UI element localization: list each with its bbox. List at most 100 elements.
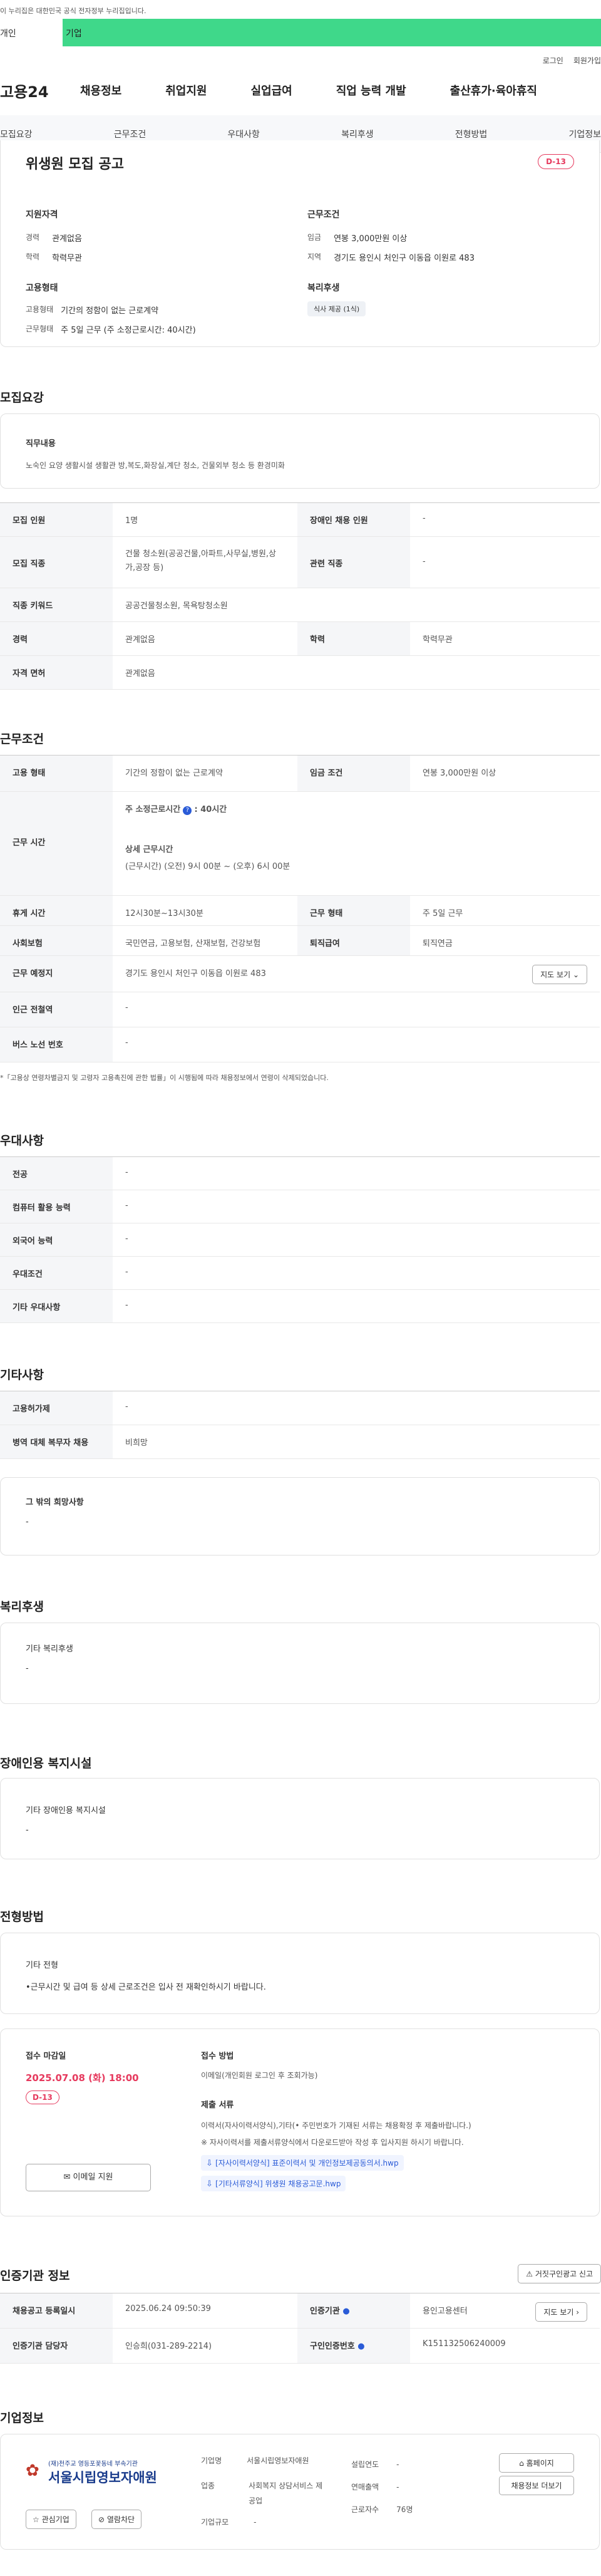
signup-link[interactable]: 회원가입 bbox=[573, 55, 601, 65]
file-download-2[interactable]: ⇩ [기타서류양식] 위생원 채용공고문.hwp bbox=[201, 2176, 346, 2191]
cell-value: 연봉 3,000만원 이상 bbox=[423, 769, 496, 778]
org-label: 인증기관 bbox=[310, 2307, 340, 2316]
cell-value: - bbox=[125, 1038, 128, 1047]
cell-label: 직종 키워드 bbox=[0, 588, 113, 621]
cell-label: 전공 bbox=[0, 1157, 113, 1190]
cell-value: 관계없음 bbox=[125, 635, 155, 645]
cell-label: 컴퓨터 활용 능력 bbox=[0, 1190, 113, 1223]
cert-map-label: 지도 보기 bbox=[543, 2308, 574, 2317]
fav-label: 관심기업 bbox=[41, 2515, 69, 2524]
email-apply-button[interactable]: ✉ 이메일 지원 bbox=[26, 2164, 151, 2191]
docs-value: 이력서(자사이력서양식),기타(• 주민번호가 기재된 서류는 채용확정 후 제… bbox=[201, 2121, 471, 2130]
cell-label: 인증기관 담당자 bbox=[0, 2329, 113, 2363]
map-button-label: 지도 보기 bbox=[540, 970, 571, 979]
cell-value: 퇴직연금 bbox=[423, 939, 453, 948]
cell-label: 사회보험 bbox=[0, 926, 113, 955]
alert-icon: ⚠ bbox=[526, 2270, 533, 2278]
other-card: 그 밖의 희망사항 - bbox=[0, 1477, 600, 1555]
cell-label: 근무 형태 bbox=[297, 896, 410, 925]
section-nav-select[interactable]: 전형방법 bbox=[455, 128, 488, 140]
map-button[interactable]: 지도 보기 ⌄ bbox=[532, 965, 587, 984]
block-view-button[interactable]: ⊘ 열람차단 bbox=[91, 2510, 142, 2529]
work-heading: 근무조건 bbox=[0, 732, 44, 746]
ind-value: 사회복지 상담서비스 제공업 bbox=[249, 2481, 323, 2505]
info-icon[interactable]: ? bbox=[183, 806, 192, 815]
fav-company-button[interactable]: ☆ 관심기업 bbox=[26, 2510, 76, 2529]
info-icon[interactable]: ● bbox=[357, 2342, 364, 2351]
company-card: ✿ (재)천주교 영등포꽃동네 부속기관 서울시립영보자애원 ☆ 관심기업 ⊘ 열… bbox=[0, 2434, 600, 2550]
cell-label: 학력 bbox=[297, 622, 410, 655]
work-table: 고용 형태 기간의 정함이 없는 근로계약 임금 조건 연봉 3,000만원 이상 근… bbox=[0, 755, 600, 1062]
emp-type-value: 기간의 정함이 없는 근로계약 bbox=[61, 306, 159, 316]
section-nav-benefit[interactable]: 복리후생 bbox=[341, 128, 374, 140]
dday-badge: D-13 bbox=[538, 154, 574, 169]
benefit-heading: 복리후생 bbox=[0, 1600, 44, 1614]
weekly-hours-value: : 40시간 bbox=[194, 805, 227, 814]
duty-card: 직무내용 노숙인 요양 생활시설 생활관 방,복도,화장실,계단 청소, 건물외… bbox=[0, 413, 600, 489]
site-logo[interactable]: 고용24 bbox=[0, 80, 80, 101]
career-value: 관계없음 bbox=[52, 234, 82, 244]
cert-no-label: 구인인증번호 bbox=[310, 2342, 355, 2351]
cell-value: 인승희(031-289-2214) bbox=[125, 2342, 212, 2351]
sales-label: 연매출액 bbox=[351, 2483, 379, 2491]
welfare-block: 복리후생 식사 제공 (1식) bbox=[307, 281, 366, 316]
other-label: 그 밖의 희망사항 bbox=[26, 1498, 84, 1507]
file-link-2[interactable]: [기타서류양식] 위생원 채용공고문.hwp bbox=[215, 2179, 341, 2188]
section-nav-company[interactable]: 기업정보 bbox=[568, 128, 601, 140]
nav-leave[interactable]: 출산휴가·육아휴직 bbox=[450, 82, 537, 98]
cell-value: 2025.06.24 09:50:39 bbox=[125, 2304, 211, 2314]
duty-text: 노숙인 요양 생활시설 생활관 방,복도,화장실,계단 청소, 건물외부 청소 … bbox=[26, 461, 285, 470]
pref-heading: 우대사항 bbox=[0, 1134, 44, 1148]
method-block: 접수 방법 이메일(개인회원 로그인 후 조회가능) 제출 서류 이력서(자사이… bbox=[201, 2049, 577, 2191]
report-label: 거짓구인광고 신고 bbox=[535, 2270, 593, 2278]
more-jobs-label: 채용정보 더보기 bbox=[511, 2481, 562, 2490]
select-heading: 전형방법 bbox=[0, 1910, 44, 1924]
nav-unemployment[interactable]: 실업급여 bbox=[251, 82, 292, 98]
cell-label: 버스 노선 번호 bbox=[0, 1027, 113, 1062]
login-link[interactable]: 로그인 bbox=[543, 55, 563, 65]
welfare-badge: 식사 제공 (1식) bbox=[307, 301, 366, 316]
report-fake-ad-button[interactable]: ⚠ 거짓구인광고 신고 bbox=[518, 2264, 601, 2283]
cell-label: 장애인 채용 인원 bbox=[297, 503, 410, 536]
section-nav-recruit[interactable]: 모집요강 bbox=[0, 128, 33, 140]
cell-value: 용인고용센터 bbox=[423, 2307, 468, 2316]
cell-label: 휴게 시간 bbox=[0, 896, 113, 925]
cell-label: 근무 예정지 bbox=[0, 956, 113, 992]
nav-jobs[interactable]: 채용정보 bbox=[80, 82, 121, 98]
welfare-title: 복리후생 bbox=[307, 283, 340, 293]
cell-label: 고용허가제 bbox=[0, 1391, 113, 1425]
cell-value: - bbox=[125, 1168, 128, 1177]
top-tabs: 개인 기업 bbox=[0, 19, 601, 46]
section-nav-pref[interactable]: 우대사항 bbox=[227, 128, 260, 140]
deadline-block: 접수 마감일 2025.07.08 (화) 18:00 D-13 bbox=[26, 2049, 139, 2104]
nav-employment-support[interactable]: 취업지원 bbox=[165, 82, 207, 98]
cert-map-button[interactable]: 지도 보기 › bbox=[535, 2302, 587, 2322]
job-title: 위생원 모집 공고 bbox=[26, 157, 124, 172]
tab-company[interactable]: 기업 bbox=[63, 19, 82, 46]
file-download-1[interactable]: ⇩ [자사이력서양식] 표준이력서 및 개인정보제공동의서.hwp bbox=[201, 2155, 404, 2171]
pay-label: 임금 bbox=[307, 233, 322, 242]
nav-training[interactable]: 직업 능력 개발 bbox=[336, 82, 406, 98]
benefit-card: 기타 복리후생 - bbox=[0, 1623, 600, 1704]
emp-label: 근로자수 bbox=[351, 2505, 379, 2514]
career-label: 경력 bbox=[26, 233, 40, 242]
info-icon[interactable]: ● bbox=[342, 2307, 349, 2316]
cell-label: 근무 시간 bbox=[0, 792, 113, 895]
more-jobs-button[interactable]: 채용정보 더보기 bbox=[499, 2476, 574, 2495]
file-link-1[interactable]: [자사이력서양식] 표준이력서 및 개인정보제공동의서.hwp bbox=[215, 2159, 399, 2168]
section-nav-work[interactable]: 근무조건 bbox=[114, 128, 146, 140]
docs-note: ※ 자사이력서를 제출서류양식에서 다운로드받아 작성 후 입사지원 하시기 바… bbox=[201, 2138, 464, 2147]
emp-block: 고용형태 고용형태 기간의 정함이 없는 근로계약 근무형태 주 5일 근무 (주 … bbox=[26, 281, 196, 335]
name-label: 기업명 bbox=[201, 2456, 222, 2465]
cell-value: 기간의 정함이 없는 근로계약 bbox=[125, 769, 223, 778]
cell-value: 건물 청소원(공공건물,아파트,사무실,병원,상가,공장 등) bbox=[125, 549, 277, 573]
cell-label: 인증기관 ● bbox=[297, 2293, 410, 2328]
util-links: 로그인 회원가입 bbox=[0, 46, 601, 65]
benefit-label: 기타 복리후생 bbox=[26, 1644, 73, 1654]
cell-label: 퇴직급여 bbox=[297, 926, 410, 955]
region-value: 경기도 용인시 처인구 이동읍 이원로 483 bbox=[334, 254, 475, 263]
tab-personal[interactable]: 개인 bbox=[0, 19, 63, 46]
work-type-value: 주 5일 근무 (주 소정근로시간: 40시간) bbox=[61, 326, 196, 335]
homepage-button[interactable]: ⌂ 홈페이지 bbox=[499, 2453, 574, 2473]
cell-label: 고용 형태 bbox=[0, 756, 113, 791]
